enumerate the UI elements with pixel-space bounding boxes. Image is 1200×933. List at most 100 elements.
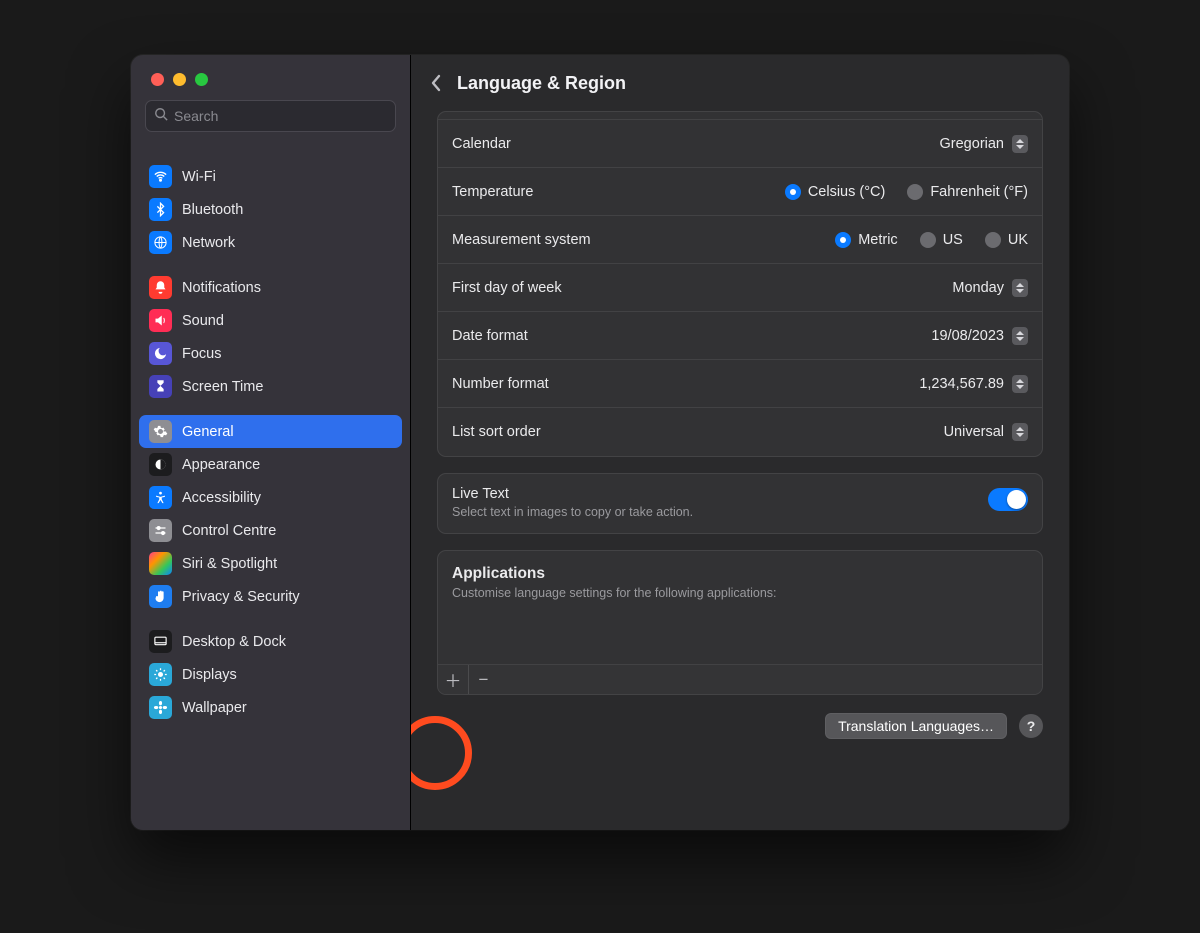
sidebar-item-notifications[interactable]: Notifications <box>139 271 402 304</box>
calendar-value: Gregorian <box>940 136 1004 152</box>
sidebar-item-siri-spotlight[interactable]: Siri & Spotlight <box>139 547 402 580</box>
flower-icon <box>149 696 172 719</box>
zoom-window-button[interactable] <box>195 73 208 86</box>
list-sort-row[interactable]: List sort order Universal <box>438 408 1042 456</box>
sidebar-item-desktop-dock[interactable]: Desktop & Dock <box>139 625 402 658</box>
date-format-row[interactable]: Date format 19/08/2023 <box>438 312 1042 360</box>
footer-row: Translation Languages… ? <box>437 711 1043 739</box>
sliders-icon <box>149 519 172 542</box>
window-controls <box>131 55 410 100</box>
list-sort-value: Universal <box>944 424 1004 440</box>
radio-off-icon <box>920 232 936 248</box>
add-application-button[interactable]: ＋ <box>438 665 468 695</box>
dock-icon <box>149 630 172 653</box>
main-pane: Language & Region Region United States C… <box>411 55 1069 830</box>
measurement-us-radio[interactable]: US <box>920 232 963 248</box>
wifi-icon <box>149 165 172 188</box>
sidebar-item-label: Desktop & Dock <box>182 634 286 650</box>
applications-footer: ＋ − <box>438 664 1042 694</box>
hand-icon <box>149 585 172 608</box>
siri-icon <box>149 552 172 575</box>
system-settings-window: Wi-Fi Bluetooth Network Notifications <box>131 55 1069 830</box>
sidebar-item-label: Screen Time <box>182 379 263 395</box>
applications-list <box>438 608 1042 664</box>
radio-label: Celsius (°C) <box>808 184 886 200</box>
sidebar-item-accessibility[interactable]: Accessibility <box>139 481 402 514</box>
number-format-label: Number format <box>452 376 549 392</box>
measurement-label: Measurement system <box>452 232 591 248</box>
gear-icon <box>149 420 172 443</box>
list-sort-label: List sort order <box>452 424 541 440</box>
sidebar-search[interactable] <box>145 100 396 132</box>
updown-icon <box>1012 327 1028 345</box>
first-day-value: Monday <box>952 280 1004 296</box>
back-button[interactable] <box>429 73 443 93</box>
live-text-title: Live Text <box>452 486 693 502</box>
sidebar-item-label: Siri & Spotlight <box>182 556 277 572</box>
sidebar-item-label: Focus <box>182 346 222 362</box>
sidebar-item-label: Accessibility <box>182 490 261 506</box>
network-icon <box>149 231 172 254</box>
radio-off-icon <box>907 184 923 200</box>
search-input[interactable] <box>174 108 387 124</box>
updown-icon <box>1012 135 1028 153</box>
sidebar-item-displays[interactable]: Displays <box>139 658 402 691</box>
search-icon <box>154 107 168 126</box>
radio-on-icon <box>835 232 851 248</box>
temperature-label: Temperature <box>452 184 533 200</box>
sidebar-item-network[interactable]: Network <box>139 226 402 259</box>
speaker-icon <box>149 309 172 332</box>
temperature-fahrenheit-radio[interactable]: Fahrenheit (°F) <box>907 184 1028 200</box>
date-format-value: 19/08/2023 <box>931 328 1004 344</box>
sidebar-item-appearance[interactable]: Appearance <box>139 448 402 481</box>
sidebar-item-wifi[interactable]: Wi-Fi <box>139 160 402 193</box>
radio-label: UK <box>1008 232 1028 248</box>
sidebar-item-sound[interactable]: Sound <box>139 304 402 337</box>
close-window-button[interactable] <box>151 73 164 86</box>
calendar-row[interactable]: Calendar Gregorian <box>438 120 1042 168</box>
radio-on-icon <box>785 184 801 200</box>
help-button[interactable]: ? <box>1019 714 1043 738</box>
remove-application-button[interactable]: − <box>468 665 498 695</box>
sidebar-item-wallpaper[interactable]: Wallpaper <box>139 691 402 724</box>
applications-panel: Applications Customise language settings… <box>437 550 1043 695</box>
updown-icon <box>1012 375 1028 393</box>
applications-subtitle: Customise language settings for the foll… <box>452 586 1028 600</box>
hourglass-icon <box>149 375 172 398</box>
radio-label: Fahrenheit (°F) <box>930 184 1028 200</box>
sidebar-item-label: Notifications <box>182 280 261 296</box>
sidebar-item-label: Appearance <box>182 457 260 473</box>
live-text-panel: Live Text Select text in images to copy … <box>437 473 1043 534</box>
sidebar-item-privacy-security[interactable]: Privacy & Security <box>139 580 402 613</box>
number-format-row[interactable]: Number format 1,234,567.89 <box>438 360 1042 408</box>
sidebar-item-control-centre[interactable]: Control Centre <box>139 514 402 547</box>
titlebar: Language & Region <box>411 55 1069 111</box>
live-text-toggle[interactable] <box>988 488 1028 511</box>
measurement-metric-radio[interactable]: Metric <box>835 232 897 248</box>
number-format-value: 1,234,567.89 <box>919 376 1004 392</box>
sidebar-item-general[interactable]: General <box>139 415 402 448</box>
sidebar-item-label: Bluetooth <box>182 202 243 218</box>
temperature-celsius-radio[interactable]: Celsius (°C) <box>785 184 886 200</box>
sidebar-item-bluetooth[interactable]: Bluetooth <box>139 193 402 226</box>
sidebar-item-focus[interactable]: Focus <box>139 337 402 370</box>
radio-label: US <box>943 232 963 248</box>
sidebar-item-label: Sound <box>182 313 224 329</box>
sidebar-item-label: Network <box>182 235 235 251</box>
sidebar: Wi-Fi Bluetooth Network Notifications <box>131 55 411 830</box>
sun-icon <box>149 663 172 686</box>
sidebar-item-label: Control Centre <box>182 523 276 539</box>
sidebar-item-label: Wallpaper <box>182 700 247 716</box>
radio-label: Metric <box>858 232 897 248</box>
live-text-subtitle: Select text in images to copy or take ac… <box>452 505 693 519</box>
sidebar-item-screen-time[interactable]: Screen Time <box>139 370 402 403</box>
sidebar-item-label: General <box>182 424 234 440</box>
region-settings-panel: Region United States Calendar Gregorian … <box>437 111 1043 457</box>
minimize-window-button[interactable] <box>173 73 186 86</box>
measurement-uk-radio[interactable]: UK <box>985 232 1028 248</box>
region-row[interactable]: Region United States <box>438 111 1042 120</box>
updown-icon <box>1012 279 1028 297</box>
accessibility-icon <box>149 486 172 509</box>
translation-languages-button[interactable]: Translation Languages… <box>825 713 1007 739</box>
first-day-row[interactable]: First day of week Monday <box>438 264 1042 312</box>
